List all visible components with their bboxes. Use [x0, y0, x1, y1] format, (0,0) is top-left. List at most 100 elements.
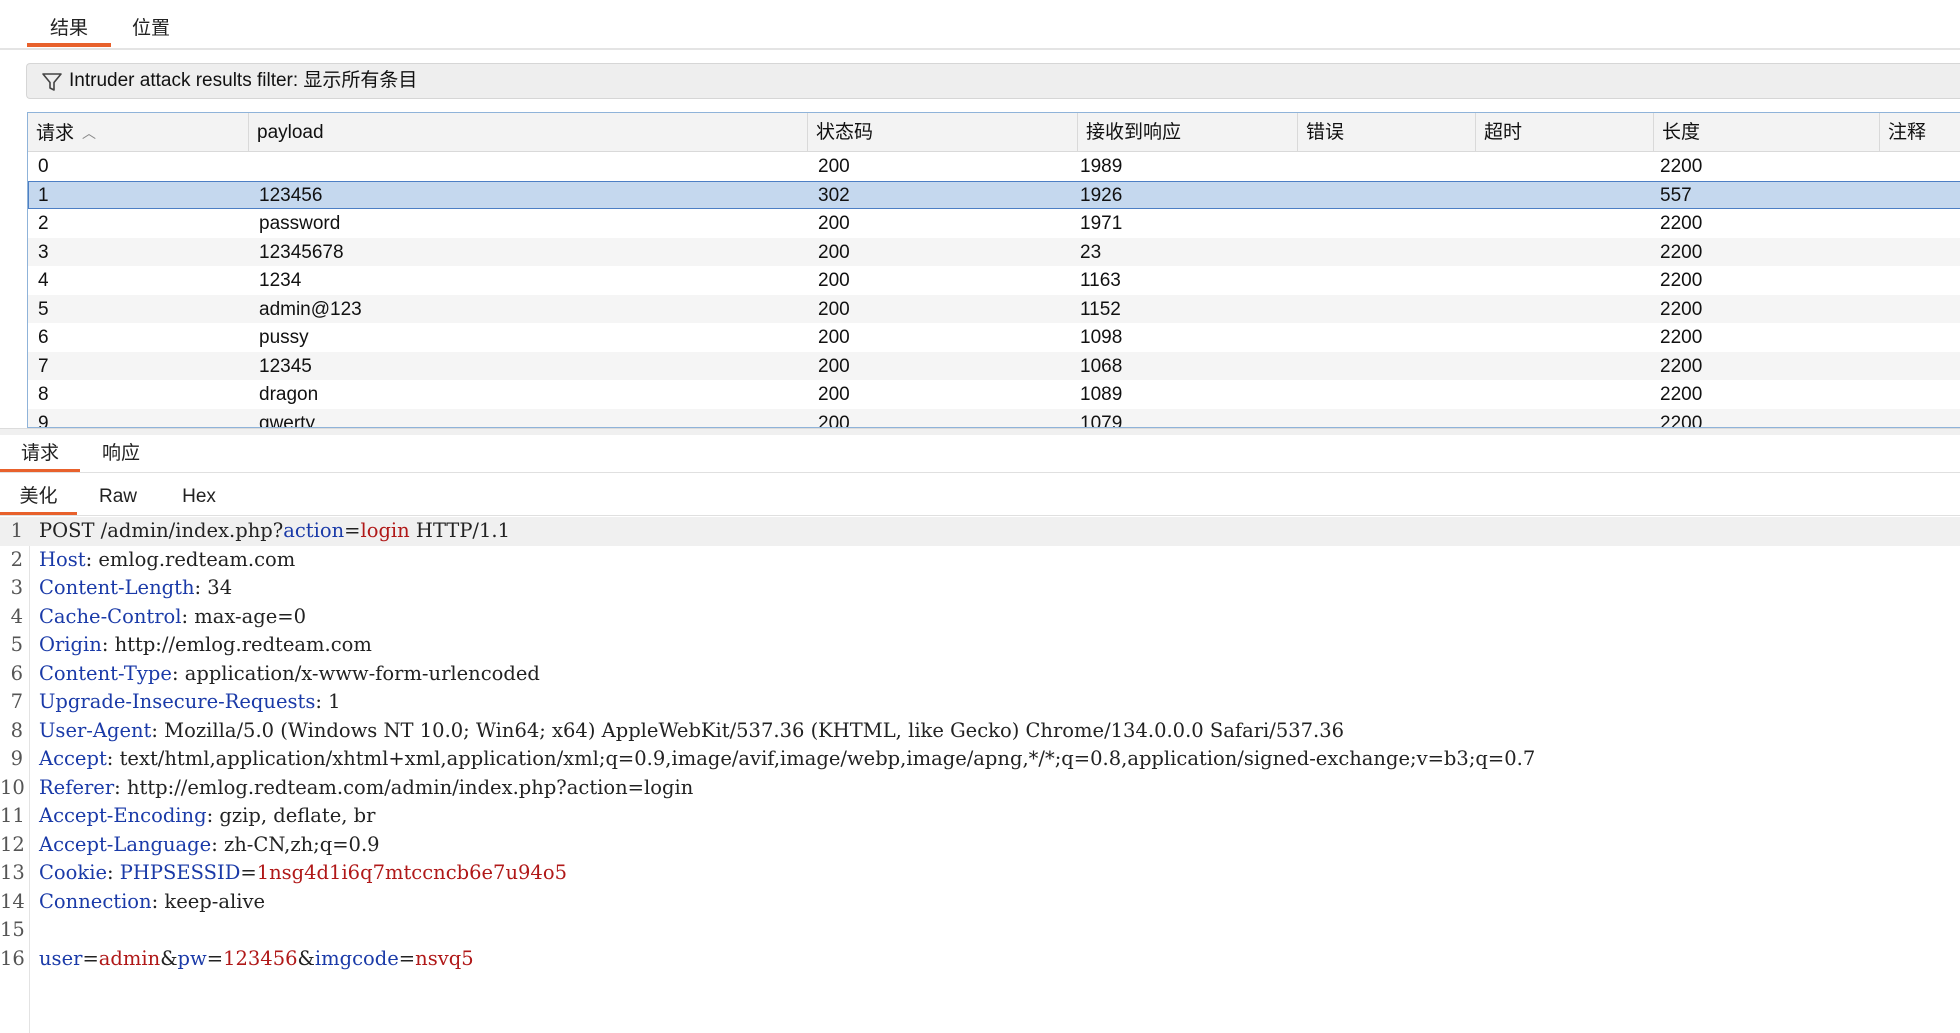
line-number: 8: [10, 718, 23, 742]
code-line: 11 Accept-Encoding: gzip, deflate, br: [0, 802, 1960, 831]
cell-payload: password: [259, 213, 341, 234]
code-line: 7 Upgrade-Insecure-Requests: 1: [0, 688, 1960, 717]
table-row[interactable]: 0 200 1989 2200: [28, 152, 1960, 181]
line-number: 5: [10, 633, 23, 656]
cell-payload: 12345678: [259, 241, 344, 263]
code-plain: : max-age=0: [181, 604, 307, 628]
cell-payload: 123456: [259, 184, 323, 206]
cell-status: 200: [818, 298, 850, 320]
cell-length: 2200: [1660, 384, 1703, 405]
cell-status: 200: [818, 412, 850, 428]
code-text: Origin: http://emlog.redteam.com: [39, 631, 372, 660]
cell-payload: 1234: [259, 270, 302, 291]
code-text: user=admin&pw=123456&imgcode=nsvq5: [39, 945, 474, 974]
table-row[interactable]: 7 12345 200 1068 2200: [28, 351, 1960, 380]
code-value: nsvq5: [415, 946, 474, 970]
filter-label: Intruder attack results filter: 显示所有条目: [69, 70, 418, 91]
cell-resp: 1971: [1080, 213, 1123, 234]
table-row[interactable]: 3 12345678 200 23 2200: [28, 237, 1960, 266]
cell-status: 200: [818, 327, 850, 348]
results-table: 请求 ︿ payload 状态码 接收到响应 错误 超时 长度 注释 0 200 19…: [27, 112, 1960, 428]
code-plain: &: [160, 946, 178, 970]
code-plain: : 1: [315, 690, 341, 713]
cell-payload: dragon: [259, 384, 319, 405]
table-row[interactable]: 8 dragon 200 1089 2200: [28, 380, 1960, 409]
results-filter-bar[interactable]: Intruder attack results filter: 显示所有条目: [26, 63, 1960, 99]
table-row[interactable]: 4 1234 200 1163 2200: [28, 266, 1960, 295]
code-plain: : Mozilla/5.0 (Windows NT 10.0; Win64; x…: [151, 718, 1345, 742]
code-text: Connection: keep-alive: [39, 888, 265, 917]
code-line: 12 Accept-Language: zh-CN,zh;q=0.9: [0, 831, 1960, 860]
cell-req: 8: [38, 384, 49, 405]
code-value: login: [360, 519, 410, 542]
line-number: 6: [10, 661, 23, 685]
cell-length: 2200: [1660, 412, 1703, 428]
cell-req: 5: [38, 298, 49, 320]
code-line: 13 Cookie: PHPSESSID=1nsg4d1i6q7mtccncb6e…: [0, 859, 1960, 888]
code-plain: : gzip, deflate, br: [206, 804, 376, 827]
cell-status: 200: [818, 355, 850, 377]
column-header-request[interactable]: 请求 ︿: [28, 113, 249, 151]
cell-length: 2200: [1660, 156, 1703, 177]
code-line: 10 Referer: http://emlog.redteam.com/admi…: [0, 774, 1960, 803]
sort-ascending-icon: ︿: [82, 125, 97, 141]
code-key: imgcode: [314, 946, 399, 970]
table-row[interactable]: 1 123456 302 1926 557: [28, 180, 1960, 209]
code-plain: : zh-CN,zh;q=0.9: [211, 832, 380, 856]
tab-positions[interactable]: 位置: [111, 0, 191, 46]
table-row[interactable]: 2 password 200 1971 2200: [28, 209, 1960, 238]
tab-hex[interactable]: Hex: [159, 477, 239, 514]
request-editor[interactable]: 1 POST /admin/index.php?action=login HTTP…: [0, 517, 1960, 1033]
line-number: 11: [0, 804, 25, 827]
code-plain: =: [82, 946, 99, 970]
view-mode-tab-bar: 美化 Raw Hex: [0, 477, 1960, 516]
column-header-response-received[interactable]: 接收到响应: [1078, 113, 1298, 151]
column-header-length[interactable]: 长度: [1654, 113, 1880, 151]
column-header-comment[interactable]: 注释: [1880, 113, 1960, 151]
line-number: 12: [0, 832, 25, 856]
column-header-payload[interactable]: payload: [249, 113, 808, 151]
column-header-timeout[interactable]: 超时: [1476, 113, 1654, 151]
line-number: 13: [0, 861, 25, 884]
table-row[interactable]: 6 pussy 200 1098 2200: [28, 323, 1960, 352]
code-key: Referer: [39, 775, 115, 799]
cell-req: 3: [38, 241, 49, 263]
code-plain: :: [107, 861, 120, 884]
code-key: Accept-Encoding: [39, 804, 207, 827]
table-row[interactable]: 9 qwerty 200 1079 2200: [28, 408, 1960, 428]
code-text: Accept: text/html,application/xhtml+xml,…: [39, 745, 1535, 774]
column-header-status[interactable]: 状态码: [808, 113, 1078, 151]
code-plain: HTTP/1.1: [409, 519, 511, 542]
code-text: User-Agent: Mozilla/5.0 (Windows NT 10.0…: [39, 717, 1344, 746]
tab-response[interactable]: 响应: [80, 434, 162, 471]
cell-status: 200: [818, 241, 850, 263]
cell-resp: 1098: [1080, 327, 1123, 348]
cell-length: 2200: [1660, 241, 1703, 263]
cell-resp: 23: [1080, 241, 1102, 263]
tab-request[interactable]: 请求: [0, 434, 80, 472]
cell-payload: 12345: [259, 355, 312, 377]
cell-length: 2200: [1660, 327, 1703, 348]
cell-payload: pussy: [259, 327, 309, 348]
code-text: Referer: http://emlog.redteam.com/admin/…: [39, 774, 693, 803]
cell-length: 2200: [1660, 355, 1703, 377]
line-number: 9: [10, 747, 23, 770]
tab-pretty[interactable]: 美化: [0, 477, 77, 515]
code-value: 123456: [223, 946, 298, 970]
code-plain: =: [398, 946, 416, 970]
tab-raw[interactable]: Raw: [77, 477, 159, 514]
cell-length: 2200: [1660, 270, 1703, 291]
code-plain: : 34: [194, 576, 233, 599]
tab-results[interactable]: 结果: [27, 0, 111, 47]
cell-length: 2200: [1660, 213, 1703, 234]
code-key: Accept: [39, 747, 107, 770]
code-line: 4 Cache-Control: max-age=0: [0, 603, 1960, 632]
code-text: Content-Type: application/x-www-form-url…: [39, 660, 540, 689]
line-number: 7: [10, 690, 23, 713]
cell-resp: 1068: [1080, 355, 1123, 377]
cell-req: 2: [38, 213, 49, 234]
code-text: Upgrade-Insecure-Requests: 1: [39, 688, 341, 717]
table-row[interactable]: 5 admin@123 200 1152 2200: [28, 294, 1960, 323]
code-key: action: [283, 519, 345, 542]
column-header-error[interactable]: 错误: [1298, 113, 1476, 151]
